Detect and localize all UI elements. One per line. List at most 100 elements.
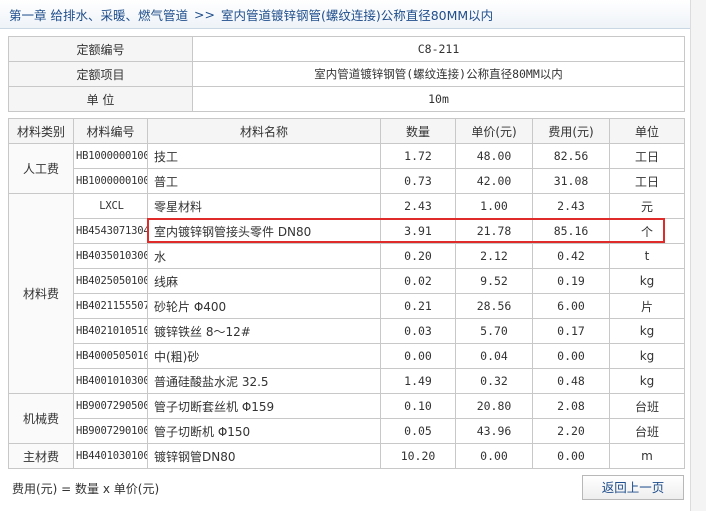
- unit-price-cell: 0.04: [455, 343, 533, 369]
- table-row: 机械费HB90072905000管子切断套丝机 Φ1590.1020.802.0…: [8, 393, 685, 444]
- table-row: HB40010103000普通硅酸盐水泥 32.51.490.320.48kg: [9, 368, 685, 394]
- table-row: HB40211555070砂轮片 Φ4000.2128.566.00片: [9, 293, 685, 319]
- unit-cell: m: [609, 443, 685, 469]
- material-code-cell: HB10000001000: [73, 168, 148, 194]
- material-code-cell: HB90072905000: [73, 393, 148, 419]
- quantity-cell: 10.20: [380, 443, 456, 469]
- cost-cell: 2.08: [532, 393, 610, 419]
- material-code-cell: HB40211555070: [73, 293, 148, 319]
- quantity-cell: 2.43: [380, 193, 456, 219]
- unit-cell: kg: [609, 318, 685, 344]
- quantity-cell: 0.10: [380, 393, 456, 419]
- material-code-cell: HB4543071304: [73, 218, 148, 244]
- unit-cell: kg: [609, 368, 685, 394]
- column-header: 费用(元): [532, 118, 610, 144]
- quantity-cell: 0.00: [380, 343, 456, 369]
- quantity-cell: 1.49: [380, 368, 456, 394]
- breadcrumb-current: 室内管道镀锌钢管(螺纹连接)公称直径80MM以内: [220, 7, 494, 23]
- cost-cell: 0.19: [532, 268, 610, 294]
- column-header: 单价(元): [455, 118, 533, 144]
- cost-cell: 0.00: [532, 443, 610, 469]
- column-header: 材料类别: [8, 118, 74, 144]
- info-value: C8-211: [192, 36, 685, 62]
- cost-cell: 0.00: [532, 343, 610, 369]
- quantity-cell: 0.02: [380, 268, 456, 294]
- material-code-cell: HB40005050100: [73, 343, 148, 369]
- material-name-cell: 镀锌钢管DN80: [147, 443, 381, 469]
- material-name-cell: 砂轮片 Φ400: [147, 293, 381, 319]
- unit-cell: kg: [609, 343, 685, 369]
- material-name-cell: 线麻: [147, 268, 381, 294]
- cost-cell: 31.08: [532, 168, 610, 194]
- material-name-cell: 管子切断机 Φ150: [147, 418, 381, 444]
- table-header-row: 材料类别 材料编号 材料名称 数量 单价(元) 费用(元) 单位: [8, 118, 685, 144]
- material-name-cell: 室内镀锌钢管接头零件 DN80: [147, 218, 381, 244]
- column-header: 材料名称: [147, 118, 381, 144]
- table-row: 材料费 LXCL 零星材料 2.43 1.00 2.43 元: [8, 193, 685, 394]
- info-label: 定额项目: [8, 61, 193, 87]
- info-value: 10m: [192, 86, 685, 112]
- info-row: 定额项目 室内管道镀锌钢管(螺纹连接)公称直径80MM以内: [8, 61, 685, 87]
- info-row: 单 位 10m: [8, 86, 685, 112]
- unit-price-cell: 1.00: [455, 193, 533, 219]
- unit-price-cell: 28.56: [455, 293, 533, 319]
- material-code-cell: LXCL: [73, 193, 148, 219]
- quantity-cell: 3.91: [380, 218, 456, 244]
- unit-cell: 台班: [609, 418, 685, 444]
- info-label: 定额编号: [8, 36, 193, 62]
- unit-price-cell: 43.96: [455, 418, 533, 444]
- column-header: 材料编号: [73, 118, 148, 144]
- cost-cell: 0.48: [532, 368, 610, 394]
- info-label: 单 位: [8, 86, 193, 112]
- vertical-scrollbar[interactable]: [690, 0, 706, 511]
- materials-table: 材料类别 材料编号 材料名称 数量 单价(元) 费用(元) 单位 人工费 HB10000001…: [8, 118, 685, 469]
- column-header: 单位: [609, 118, 685, 144]
- unit-price-cell: 5.70: [455, 318, 533, 344]
- info-row: 定额编号 C8-211: [8, 36, 685, 62]
- breadcrumb: 第一章 给排水、采暖、燃气管道 >> 室内管道镀锌钢管(螺纹连接)公称直径80M…: [0, 0, 690, 29]
- material-name-cell: 镀锌铁丝 8～12#: [147, 318, 381, 344]
- table-row: HB40350103000水0.202.120.42t: [9, 243, 685, 269]
- quantity-cell: 0.21: [380, 293, 456, 319]
- unit-price-cell: 9.52: [455, 268, 533, 294]
- table-row: HB4543071304 室内镀锌钢管接头零件 DN80 3.91 21.78 85.1…: [9, 218, 685, 244]
- material-code-cell: HB40350103000: [73, 243, 148, 269]
- unit-price-cell: 2.12: [455, 243, 533, 269]
- unit-cell: kg: [609, 268, 685, 294]
- table-row: HB40005050100中(粗)砂0.000.040.00kg: [9, 343, 685, 369]
- category-cell: 机械费: [8, 393, 74, 444]
- info-value: 室内管道镀锌钢管(螺纹连接)公称直径80MM以内: [192, 61, 685, 87]
- material-name-cell: 零星材料: [147, 193, 381, 219]
- category-cell: 人工费: [8, 143, 74, 194]
- unit-cell: 个: [609, 218, 685, 244]
- material-name-cell: 技工: [147, 143, 381, 169]
- unit-price-cell: 0.32: [455, 368, 533, 394]
- cost-cell: 6.00: [532, 293, 610, 319]
- quota-info-table: 定额编号 C8-211 定额项目 室内管道镀锌钢管(螺纹连接)公称直径80MM以内单 …: [8, 36, 685, 112]
- unit-cell: 工日: [609, 143, 685, 169]
- unit-cell: 元: [609, 193, 685, 219]
- table-row: 主材费HB44010301002镀锌钢管DN8010.200.000.00m: [8, 443, 685, 469]
- material-code-cell: HB44010301002: [73, 443, 148, 469]
- quantity-cell: 0.73: [380, 168, 456, 194]
- unit-cell: t: [609, 243, 685, 269]
- unit-price-cell: 0.00: [455, 443, 533, 469]
- cost-cell: 0.17: [532, 318, 610, 344]
- material-name-cell: 中(粗)砂: [147, 343, 381, 369]
- column-header: 数量: [380, 118, 456, 144]
- quantity-cell: 1.72: [380, 143, 456, 169]
- unit-price-cell: 20.80: [455, 393, 533, 419]
- quantity-cell: 0.20: [380, 243, 456, 269]
- right-margin: [706, 0, 723, 511]
- back-button[interactable]: 返回上一页: [582, 475, 684, 500]
- breadcrumb-chapter-link[interactable]: 第一章 给排水、采暖、燃气管道: [9, 5, 188, 24]
- cost-cell: 85.16: [532, 218, 610, 244]
- quantity-cell: 0.05: [380, 418, 456, 444]
- table-row: HB40250501000线麻0.029.520.19kg: [9, 268, 685, 294]
- unit-price-cell: 48.00: [455, 143, 533, 169]
- cost-cell: 82.56: [532, 143, 610, 169]
- table-row: HB40210105104镀锌铁丝 8～12#0.035.700.17kg: [9, 318, 685, 344]
- unit-cell: 工日: [609, 168, 685, 194]
- material-name-cell: 普通硅酸盐水泥 32.5: [147, 368, 381, 394]
- unit-price-cell: 21.78: [455, 218, 533, 244]
